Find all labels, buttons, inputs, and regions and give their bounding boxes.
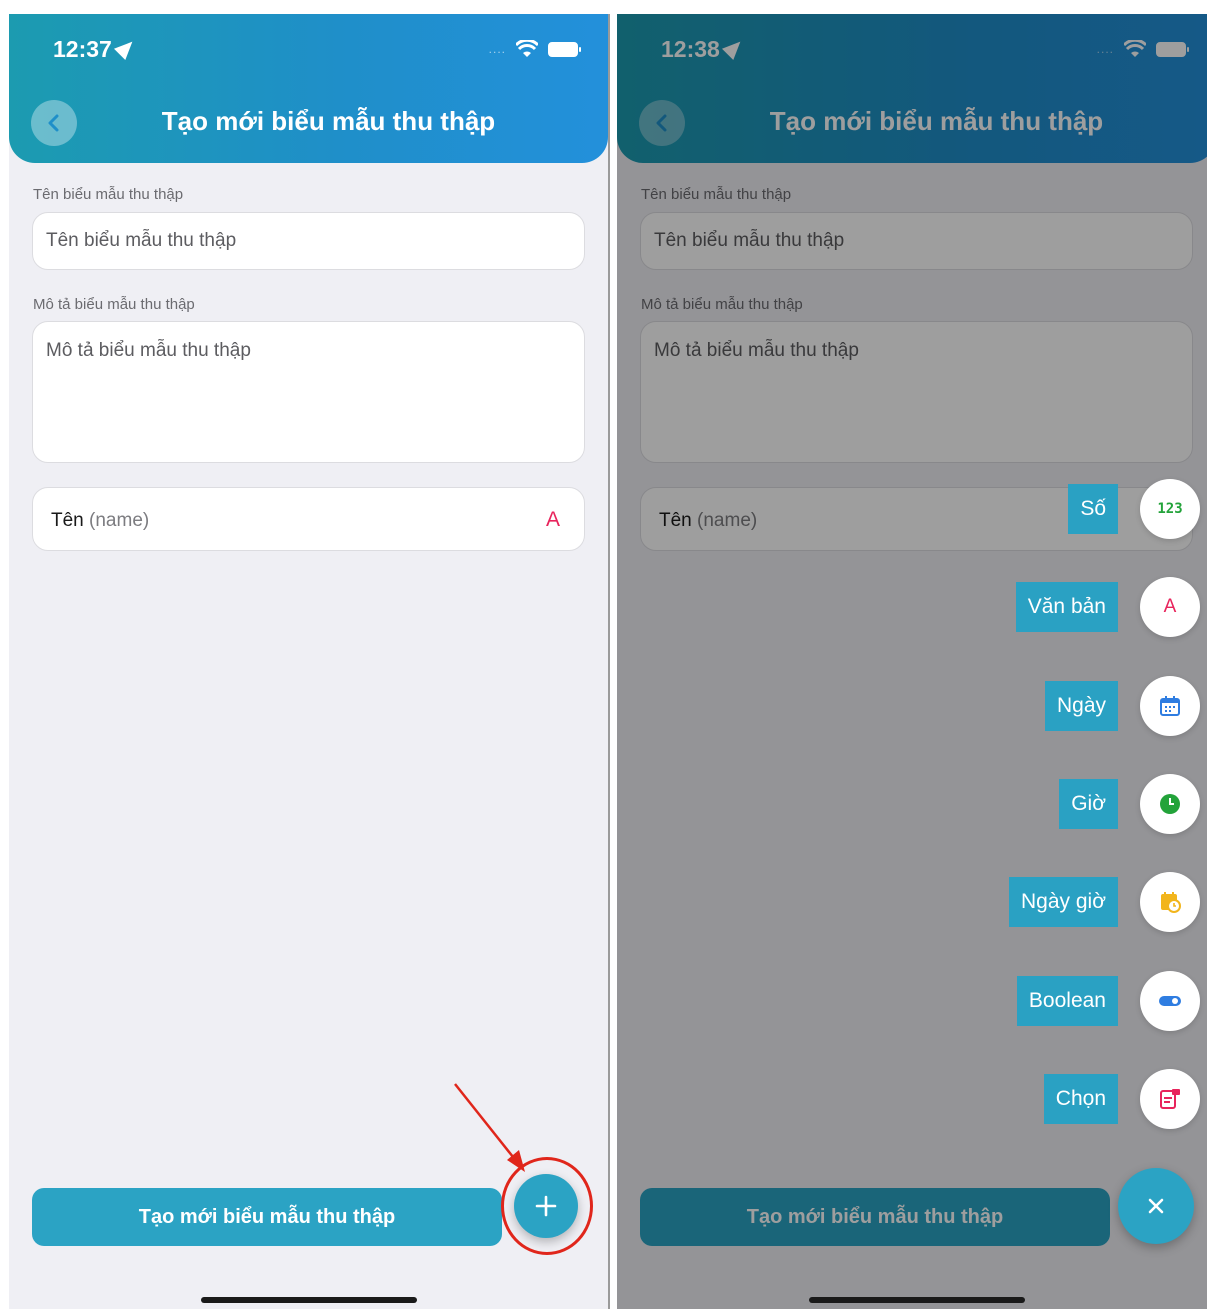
calendar-clock-icon [1140,872,1200,932]
menu-item-label: Ngày giờ [1009,877,1118,927]
menu-item-select[interactable]: Chọn [1043,1069,1200,1129]
field-card-label: Tên (name) [51,510,150,531]
status-icons: .... [488,40,581,58]
menu-item-time[interactable]: Giờ [1059,774,1200,834]
form-name-label: Tên biểu mẫu thu thập [33,186,184,203]
number-icon: 123 [1140,479,1200,539]
text-type-icon: A [545,508,560,531]
field-card-name[interactable]: Tên (name) A [32,487,585,551]
clock-icon [1140,774,1200,834]
form-desc-input[interactable]: Mô tả biểu mẫu thu thập [32,321,585,463]
calendar-icon [1140,676,1200,736]
close-menu-button[interactable] [1118,1168,1194,1244]
phone-screen-right: 12:38 .... Tạo mới biểu mẫu thu thập Tên… [617,14,1207,1309]
form-desc-label: Mô tả biểu mẫu thu thập [33,296,195,313]
app-header: 12:37 .... Tạo mới biểu mẫu thu thập [9,14,608,163]
menu-item-label: Boolean [1016,976,1118,1026]
home-indicator [809,1297,1025,1303]
select-icon [1140,1069,1200,1129]
menu-item-text[interactable]: Văn bản A [1015,577,1200,637]
annotation-arrow-icon [454,1083,525,1172]
menu-item-label: Chọn [1043,1074,1118,1124]
toggle-icon [1140,971,1200,1031]
menu-item-label: Số [1068,484,1118,534]
screen-divider [608,14,610,1309]
battery-icon [548,41,581,57]
wifi-icon [516,40,538,57]
status-time: 12:37 [53,35,138,63]
text-icon: A [1140,577,1200,637]
phone-screen-left: 12:37 .... Tạo mới biểu mẫu thu thập Tên… [9,14,608,1309]
menu-item-date[interactable]: Ngày [1044,676,1200,736]
signal-dots-icon: .... [488,42,506,56]
menu-item-number[interactable]: Số 123 [1068,479,1200,539]
menu-item-label: Giờ [1059,779,1118,829]
form-name-input[interactable]: Tên biểu mẫu thu thập [32,212,585,270]
menu-item-boolean[interactable]: Boolean [1016,971,1200,1031]
location-arrow-icon [113,35,138,61]
menu-item-datetime[interactable]: Ngày giờ [1009,872,1200,932]
home-indicator [201,1297,417,1303]
menu-item-label: Văn bản [1015,582,1118,632]
page-title: Tạo mới biểu mẫu thu thập [161,106,496,136]
create-form-button[interactable]: Tạo mới biểu mẫu thu thập [32,1188,502,1246]
close-icon [1148,1198,1164,1214]
menu-item-label: Ngày [1044,681,1118,731]
